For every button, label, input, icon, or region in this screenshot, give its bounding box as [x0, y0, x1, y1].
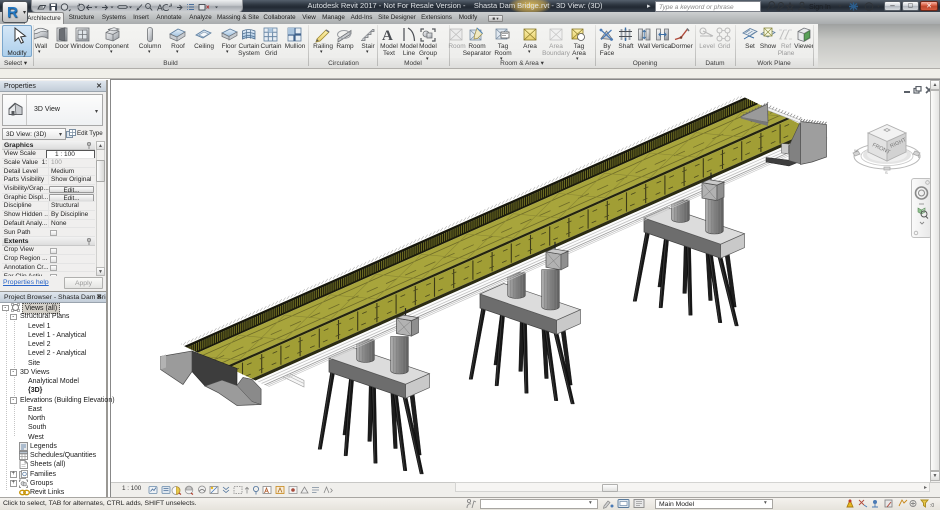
svg-text:A: A: [382, 28, 393, 43]
svg-text:?: ?: [867, 4, 871, 11]
svg-text::0: :0: [930, 503, 934, 509]
svg-text:A: A: [157, 2, 163, 12]
svg-text:Sign In: Sign In: [809, 4, 831, 11]
